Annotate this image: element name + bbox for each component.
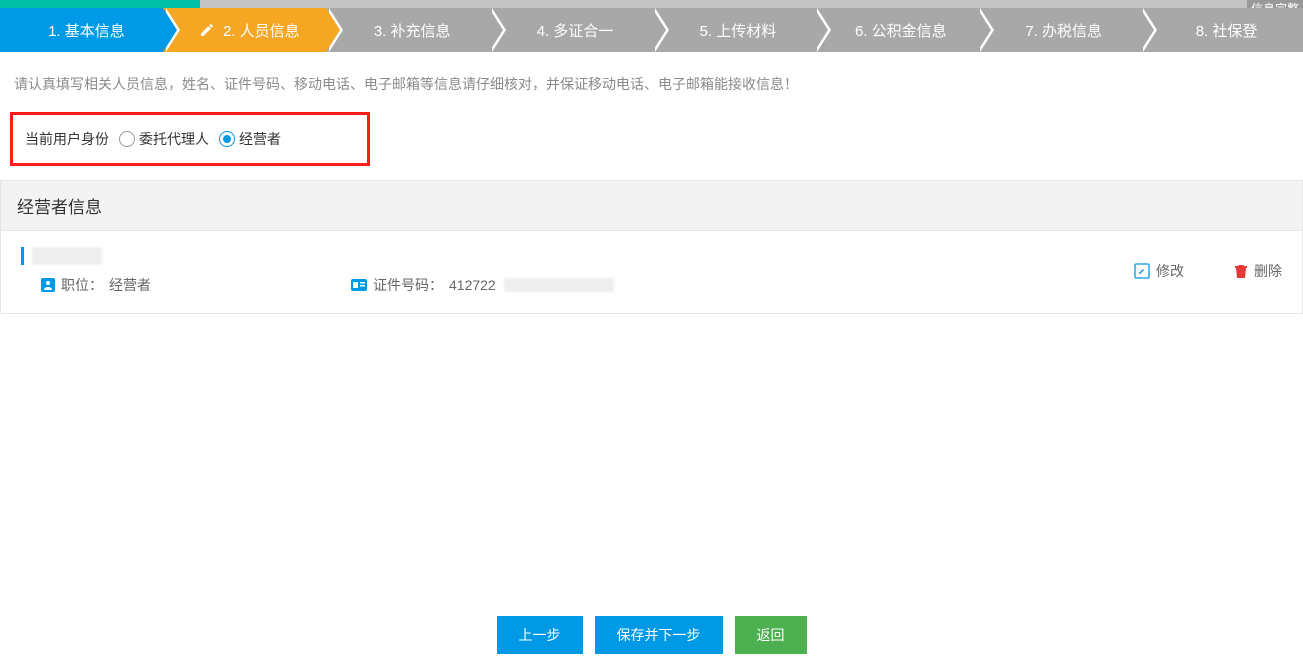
step-supplement[interactable]: 3. 补充信息 <box>326 8 489 52</box>
position-item: 职位： 经营者 <box>41 275 151 295</box>
name-accent-bar <box>21 247 24 265</box>
footer-buttons: 上一步 保存并下一步 返回 <box>0 616 1303 654</box>
save-next-button[interactable]: 保存并下一步 <box>595 616 723 654</box>
radio-label: 经营者 <box>239 129 281 149</box>
instruction-text: 请认真填写相关人员信息，姓名、证件号码、移动电话、电子邮箱等信息请仔细核对，并保… <box>0 52 1303 106</box>
id-label: 证件号码： <box>373 275 443 295</box>
step-label: 3. 补充信息 <box>374 20 451 41</box>
position-value: 经营者 <box>109 275 151 295</box>
edit-label: 修改 <box>1156 261 1184 281</box>
radio-icon <box>119 131 135 147</box>
person-icon <box>41 278 55 292</box>
step-label: 1. 基本信息 <box>48 20 125 41</box>
step-fund[interactable]: 6. 公积金信息 <box>814 8 977 52</box>
id-redacted <box>504 278 614 292</box>
person-name-row <box>21 247 1134 265</box>
back-button[interactable]: 返回 <box>735 616 807 654</box>
step-label: 8. 社保登 <box>1196 20 1258 41</box>
trash-icon <box>1234 263 1248 279</box>
edit-button[interactable]: 修改 <box>1134 261 1184 281</box>
pencil-icon <box>199 22 215 38</box>
id-item: 证件号码： 412722 <box>351 275 614 295</box>
id-prefix: 412722 <box>449 277 496 293</box>
step-nav: 1. 基本信息 2. 人员信息 3. 补充信息 4. 多证合一 5. 上传材料 … <box>0 8 1303 52</box>
step-tax[interactable]: 7. 办税信息 <box>977 8 1140 52</box>
step-label: 2. 人员信息 <box>223 20 300 41</box>
edit-icon <box>1134 263 1150 279</box>
step-label: 5. 上传材料 <box>700 20 777 41</box>
progress-fill <box>0 0 200 8</box>
step-personnel-info[interactable]: 2. 人员信息 <box>163 8 326 52</box>
delete-button[interactable]: 删除 <box>1234 261 1282 281</box>
prev-button[interactable]: 上一步 <box>497 616 583 654</box>
section-title: 经营者信息 <box>17 193 1286 218</box>
radio-label: 委托代理人 <box>139 129 209 149</box>
step-upload[interactable]: 5. 上传材料 <box>652 8 815 52</box>
section-header: 经营者信息 <box>0 180 1303 230</box>
role-selector: 当前用户身份 委托代理人 经营者 <box>10 112 370 166</box>
person-card: 职位： 经营者 证件号码： 412722 修改 删除 <box>0 230 1303 314</box>
id-card-icon <box>351 279 367 291</box>
person-name-redacted <box>32 247 102 265</box>
position-label: 职位： <box>61 275 103 295</box>
progress-bar: 信息完整 <box>0 0 1303 8</box>
delete-label: 删除 <box>1254 261 1282 281</box>
step-label: 4. 多证合一 <box>537 20 614 41</box>
step-multi-cert[interactable]: 4. 多证合一 <box>489 8 652 52</box>
radio-icon <box>219 131 235 147</box>
step-social[interactable]: 8. 社保登 <box>1140 8 1303 52</box>
step-label: 7. 办税信息 <box>1025 20 1102 41</box>
step-label: 6. 公积金信息 <box>855 20 947 41</box>
role-label: 当前用户身份 <box>25 129 109 149</box>
radio-operator[interactable]: 经营者 <box>219 129 281 149</box>
radio-agent[interactable]: 委托代理人 <box>119 129 209 149</box>
step-basic-info[interactable]: 1. 基本信息 <box>0 8 163 52</box>
